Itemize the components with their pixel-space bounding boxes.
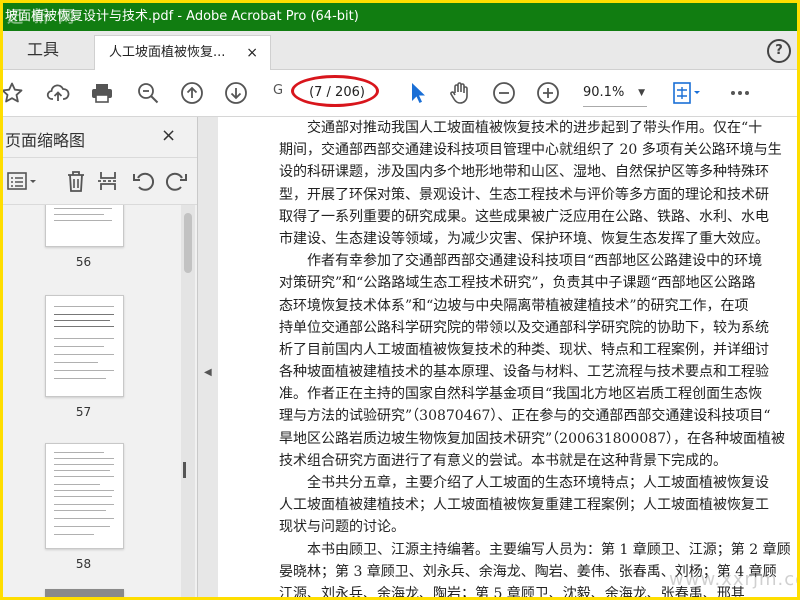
text-line: 交通部对推动我国人工坡面植被恢复技术的进步起到了带头作用。仅在“十 [307, 120, 763, 136]
text-line: 人工坡面植被建植技术；人工坡面植被恢复重建工程案例；人工坡面植被恢复工 [279, 497, 769, 514]
panel-resize-handle[interactable] [183, 462, 186, 478]
print-icon[interactable] [89, 80, 115, 106]
delete-icon[interactable] [63, 168, 89, 194]
zoom-in-icon[interactable] [535, 80, 561, 106]
tab-tools[interactable]: 工具 [3, 31, 83, 69]
tab-bar: 工具 人工坡面植被恢复... × ? [3, 31, 797, 70]
document-view[interactable]: 交通部对推动我国人工坡面植被恢复技术的进步起到了带头作用。仅在“十期间，交通部西… [219, 117, 797, 597]
panel-title: 页面缩略图 [5, 131, 86, 150]
page-body-text: 交通部对推动我国人工坡面植被恢复技术的进步起到了带头作用。仅在“十期间，交通部西… [279, 117, 797, 597]
document-page: 交通部对推动我国人工坡面植被恢复技术的进步起到了带头作用。仅在“十期间，交通部西… [219, 117, 797, 597]
thumbnail-page-58[interactable] [45, 443, 124, 549]
tab-document[interactable]: 人工坡面植被恢复... × [94, 35, 271, 70]
thumbnail-page-number: 57 [75, 405, 92, 419]
text-line: 设的科研课题，涉及国内多个地形地带和山区、湿地、自然保护区等多种特殊环 [279, 164, 769, 181]
help-icon[interactable]: ? [767, 39, 791, 63]
hand-icon[interactable] [447, 80, 473, 106]
text-line: 型，开展了环保对策、景观设计、生态工程技术与评价等多方面的理论和技术研 [279, 186, 769, 203]
chevron-down-icon: ▼ [638, 88, 645, 98]
fit-page-icon[interactable] [669, 80, 703, 106]
text-line: 本书由顾卫、江源主持编著。主要编写人员为：第 1 章顾卫、江源；第 2 章顾 [307, 541, 791, 558]
highlight-oval [291, 75, 379, 107]
text-line: 作者有幸参加了交通部西部交通建设科技项目“西部地区公路建设中的环境 [307, 253, 763, 270]
options-menu-icon[interactable] [5, 168, 39, 194]
thumbnail-page-number: 56 [75, 255, 92, 269]
panel-toolbar [3, 157, 197, 205]
panel-close-icon[interactable]: × [161, 125, 176, 146]
page-label: G [273, 83, 284, 98]
thumbnail-page-57[interactable] [45, 295, 124, 397]
tab-close-icon[interactable]: × [246, 36, 258, 70]
zoom-level-value: 90.1% [583, 85, 625, 100]
thumbnail-scrollbar[interactable] [181, 205, 195, 597]
page-up-icon[interactable] [179, 80, 205, 106]
zoom-out-icon[interactable] [491, 80, 517, 106]
panel-splitter[interactable]: ◀ [198, 117, 218, 597]
cloud-upload-icon[interactable] [45, 80, 71, 106]
rotate-ccw-icon[interactable] [131, 168, 157, 194]
text-line: 对策研究”和“公路路域生态工程技术研究”，负责其中子课题“西部地区公路路 [279, 275, 756, 292]
text-line: 现状与问题的讨论。 [279, 519, 405, 536]
scrollbar-thumb[interactable] [184, 213, 192, 273]
thumbnail-list: 56 57 58 [3, 205, 181, 597]
text-line: 技术组合研究方面进行了有意义的尝试。本书就是在这种背景下完成的。 [279, 452, 727, 469]
text-line: 态环境恢复技术体系”和“边坡与中央隔离带植被建植技术”的研究工作，在项 [279, 297, 749, 314]
text-line: 取得了一系列重要的研究成果。这些成果被广泛应用在公路、铁路、水利、水电 [279, 208, 769, 225]
text-line: 各种坡面植被建植技术的基本原理、设备与材料、工艺流程与技术要点和工程验 [279, 364, 769, 381]
thumbnail-page-59[interactable] [45, 589, 124, 597]
select-cursor-icon[interactable] [405, 80, 431, 106]
rotate-cw-icon[interactable] [163, 168, 189, 194]
zoom-search-icon[interactable] [135, 80, 161, 106]
more-icon[interactable] [727, 80, 753, 106]
text-line: 市建设、生态建设等领域，为减少灾害、保护环境、恢复生态发挥了重大效应。 [279, 230, 769, 247]
text-line: 理与方法的试验研究”（30870467）、正在参与的交通部西部交通建设科技项目“ [279, 408, 771, 425]
tab-document-label: 人工坡面植被恢复... [109, 45, 226, 60]
title-bar: 坡面植被恢复设计与技术.pdf - Adobe Acrobat Pro (64-… [3, 3, 797, 31]
extract-pages-icon[interactable] [95, 168, 121, 194]
main-toolbar: G (7 / 206) 90.1% ▼ [3, 70, 797, 117]
text-line: 旱地区公路岩质边坡生物恢复加固技术研究”（200631800087），在各种坡面… [279, 430, 786, 447]
site-watermark: www.xxrjm.com [669, 569, 797, 590]
text-line: 持单位交通部公路科学研究院的带领以及交通部科学研究院的协助下，较为系统 [279, 319, 769, 336]
collapse-panel-icon[interactable]: ◀ [204, 367, 212, 378]
zoom-level-select[interactable]: 90.1% ▼ [583, 80, 647, 107]
text-line: 全书共分五章，主要介绍了人工坡面的生态环境特点；人工坡面植被恢复设 [307, 475, 769, 491]
acrobat-window: 坡面植被恢复设计与技术.pdf - Adobe Acrobat Pro (64-… [3, 3, 797, 597]
text-line: 期间，交通部西部交通建设科技项目管理中心就组织了 20 多项有关公路环境与生 [279, 142, 782, 159]
page-down-icon[interactable] [223, 80, 249, 106]
page-thumbnails-panel: 页面缩略图 × 56 57 58 [3, 117, 198, 597]
star-icon[interactable] [3, 80, 25, 106]
site-watermark-logo: 迅 新 网 [7, 7, 77, 26]
thumbnail-page-56[interactable] [45, 205, 124, 247]
text-line: 析了目前国内人工坡面植被恢复技术的种类、现状、特点和工程案例，并详细讨 [279, 341, 769, 358]
text-line: 准。作者正在主持的国家自然科学基金项目“我国北方地区岩质工程创面生态恢 [279, 386, 763, 403]
thumbnail-page-number: 58 [75, 557, 92, 571]
